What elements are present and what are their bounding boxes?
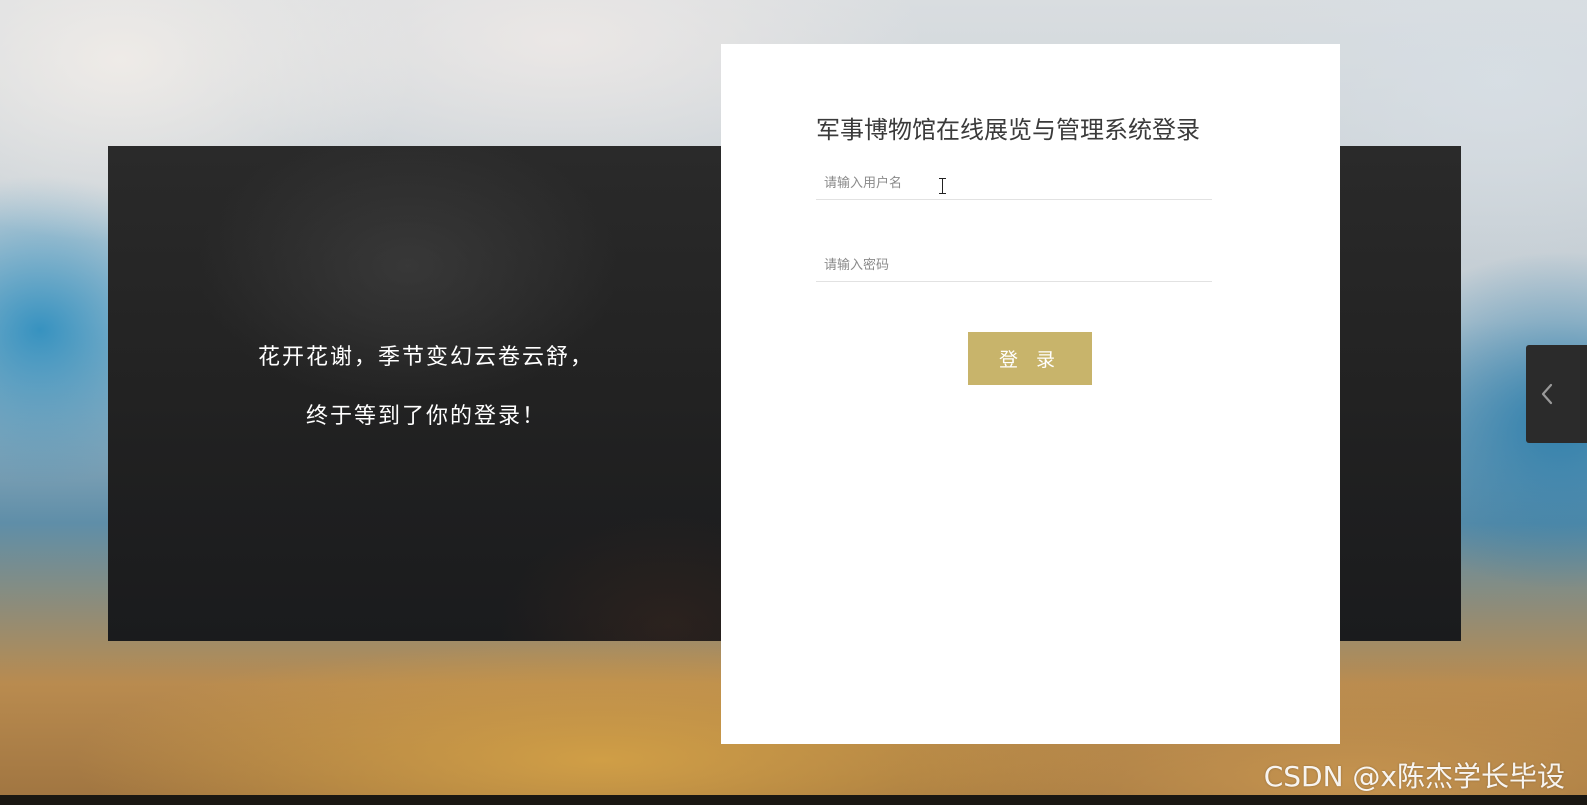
login-page: 花开花谢，季节变幻云卷云舒， 终于等到了你的登录！ 军事博物馆在线展览与管理系统… bbox=[0, 0, 1587, 805]
greeting-line-1: 花开花谢，季节变幻云卷云舒， bbox=[257, 344, 594, 370]
chevron-left-icon bbox=[1540, 382, 1554, 406]
login-button[interactable]: 登 录 bbox=[968, 332, 1092, 385]
bottom-strip bbox=[0, 795, 1587, 805]
side-collapse-tab[interactable] bbox=[1526, 345, 1587, 443]
greeting-line-2: 终于等到了你的登录！ bbox=[305, 403, 546, 429]
watermark: CSDN @x陈杰学长毕设 bbox=[1263, 760, 1565, 793]
greeting-panel: 花开花谢，季节变幻云卷云舒， 终于等到了你的登录！ bbox=[108, 146, 720, 641]
password-input[interactable] bbox=[816, 250, 1212, 282]
text-cursor-icon bbox=[939, 178, 946, 194]
login-card: 军事博物馆在线展览与管理系统登录 登 录 bbox=[721, 44, 1340, 744]
login-title: 军事博物馆在线展览与管理系统登录 bbox=[816, 116, 1200, 144]
username-input[interactable] bbox=[816, 168, 1212, 200]
